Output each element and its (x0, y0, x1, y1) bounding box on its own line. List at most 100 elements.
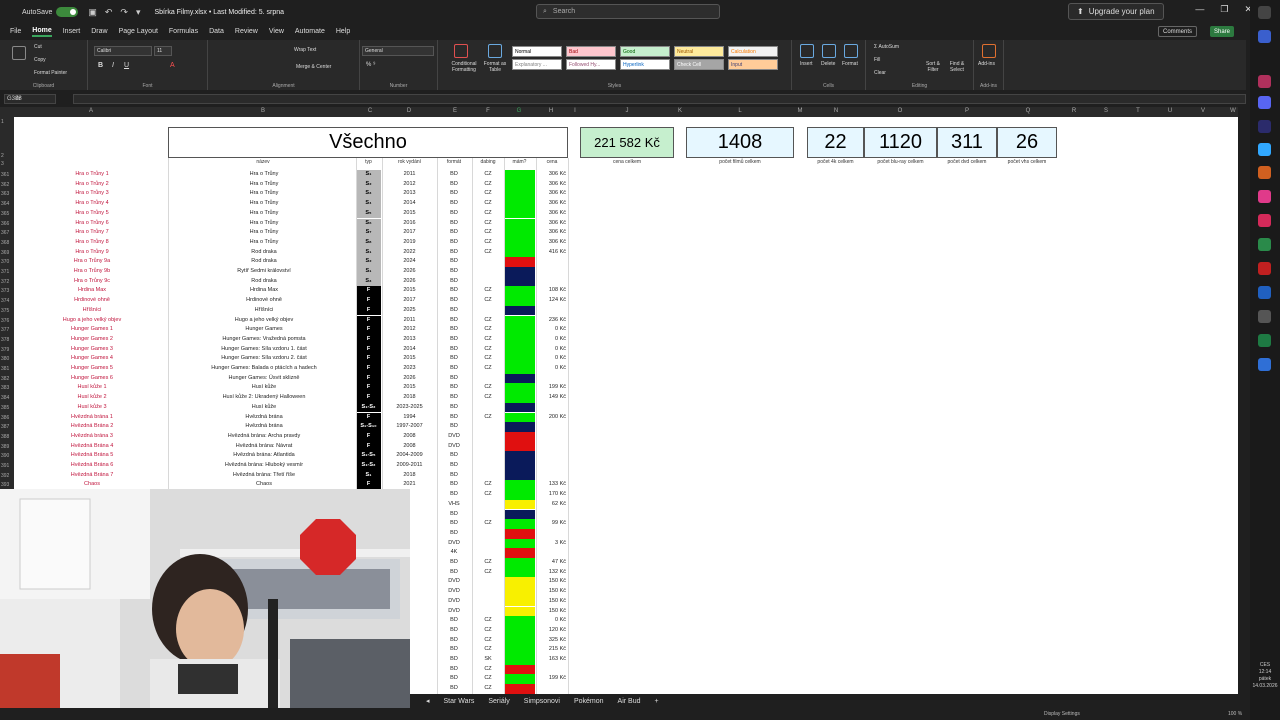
row-number[interactable]: 371 (1, 269, 9, 275)
cell-cena[interactable]: 0 Kč (536, 364, 568, 374)
cell-dabing[interactable] (472, 529, 504, 539)
cell-typ[interactable]: S₇ (356, 228, 381, 238)
cell-style-5[interactable]: Explanatory ... (512, 59, 562, 70)
cell-dabing[interactable] (472, 587, 504, 597)
cell-cena[interactable]: 108 Kč (536, 286, 568, 296)
column-header-t[interactable]: T (1136, 108, 1140, 114)
cell-a[interactable]: Hrdinové ohně (14, 296, 170, 306)
cell-mam-status[interactable] (504, 684, 535, 694)
save-icon[interactable]: ▣ (88, 7, 97, 18)
row-number[interactable]: 376 (1, 318, 9, 324)
row-number[interactable]: 386 (1, 415, 9, 421)
row-number[interactable]: 379 (1, 347, 9, 353)
row-number[interactable]: 381 (1, 366, 9, 372)
table-row[interactable]: Husí kůže 3 Husí kůže S₁-S₂ 2023-2025 BD (14, 402, 574, 413)
cell-cena[interactable] (536, 403, 568, 413)
cell-format[interactable]: BD (437, 510, 471, 520)
cell-rok[interactable]: 2016 (382, 219, 437, 229)
cell-mam-status[interactable] (504, 393, 535, 403)
cell-mam-status[interactable] (504, 635, 535, 646)
cell-cena[interactable]: 47 Kč (536, 558, 568, 568)
cell-format[interactable]: BD (437, 364, 471, 374)
cell-format[interactable]: BD (437, 480, 471, 490)
cell-typ[interactable]: F (356, 286, 381, 297)
tab-automate[interactable]: Automate (295, 28, 325, 35)
table-row[interactable]: Hvězdná brána 3 Hvězdná brána: Archa prav… (14, 431, 574, 442)
cell-format[interactable]: DVD (437, 539, 471, 549)
cell-dabing[interactable] (472, 597, 504, 607)
cell-cena[interactable]: 306 Kč (536, 199, 568, 209)
cell-typ[interactable]: F (356, 431, 381, 442)
column-header-b[interactable]: B (261, 108, 265, 114)
cell-dabing[interactable]: CZ (472, 170, 504, 180)
tab-data[interactable]: Data (209, 28, 224, 35)
cell-style-9[interactable]: Input (728, 59, 778, 70)
cell-mam-status[interactable] (504, 548, 535, 558)
cell-cena[interactable]: 163 Kč (536, 655, 568, 665)
row-number[interactable]: 378 (1, 337, 9, 343)
cell-nazev[interactable]: Hvězdná brána (170, 422, 358, 432)
cell-a[interactable]: Hra o Trůny 2 (14, 180, 170, 190)
tab-formulas[interactable]: Formulas (169, 28, 198, 35)
cell-cena[interactable] (536, 267, 568, 277)
customize-icon[interactable]: ▾ (136, 7, 141, 18)
row-number[interactable]: 389 (1, 444, 9, 450)
table-row[interactable]: Hunger Games 2 Hunger Games: Vražedná pom… (14, 334, 574, 345)
cell-rok[interactable]: 2008 (382, 432, 437, 442)
cell-cena[interactable]: 0 Kč (536, 345, 568, 355)
cell-typ[interactable]: F (356, 344, 381, 355)
cell-rok[interactable]: 2011 (382, 170, 437, 180)
column-header-i[interactable]: I (574, 108, 576, 114)
cell-nazev[interactable]: Rod draka (170, 257, 358, 267)
cell-dabing[interactable]: CZ (472, 393, 504, 403)
cell-typ[interactable]: F (356, 373, 381, 384)
table-row[interactable]: Hra o Trůny 5 Hra o Trůny S₅ 2015 BD CZ 306 Kč (14, 208, 574, 219)
app-icon[interactable] (1258, 310, 1271, 323)
redo-icon[interactable]: ↷ (120, 7, 128, 18)
name-box[interactable]: G388 (4, 93, 56, 104)
row-number[interactable]: 387 (1, 424, 9, 430)
cell-cena[interactable]: 133 Kč (536, 480, 568, 490)
sheet-tab[interactable]: Seriály (488, 698, 509, 705)
cell-mam-status[interactable] (504, 470, 535, 481)
cell-mam-status[interactable] (504, 441, 535, 452)
addins-icon[interactable] (982, 44, 996, 58)
cell-cena[interactable]: 0 Kč (536, 616, 568, 626)
cell-mam-status[interactable] (504, 199, 535, 209)
discord-icon[interactable] (1258, 96, 1271, 109)
cell-format[interactable]: BD (437, 277, 471, 287)
cell-rok[interactable]: 2013 (382, 189, 437, 199)
cell-cena[interactable]: 306 Kč (536, 170, 568, 180)
cell-a[interactable]: Hrdina Max (14, 286, 170, 296)
paste-icon[interactable] (12, 46, 26, 60)
column-header-v[interactable]: V (1201, 108, 1205, 114)
cell-dabing[interactable]: CZ (472, 626, 504, 636)
cell-mam-status[interactable] (504, 451, 535, 461)
cell-mam-status[interactable] (504, 296, 535, 306)
cell-format[interactable]: BD (437, 674, 471, 684)
table-row[interactable]: Hunger Games 6 Hunger Games: Úsvit sklizn… (14, 373, 574, 384)
cell-format[interactable]: DVD (437, 587, 471, 597)
cell-nazev[interactable]: Husí kůže (170, 383, 358, 393)
cell-cena[interactable] (536, 277, 568, 287)
cell-format[interactable]: BD (437, 189, 471, 199)
cell-format[interactable]: BD (437, 568, 471, 578)
cell-format[interactable]: BD (437, 345, 471, 355)
stat-value-box[interactable]: 22 (807, 127, 864, 158)
cell-dabing[interactable]: CZ (472, 219, 504, 229)
cell-style-8[interactable]: Check Cell (674, 59, 724, 70)
cell-mam-status[interactable] (504, 577, 535, 588)
cell-format[interactable]: BD (437, 383, 471, 393)
cell-a[interactable]: Hra o Trůny 4 (14, 199, 170, 209)
cell-typ[interactable]: F (356, 412, 381, 423)
cell-cena[interactable]: 3 Kč (536, 539, 568, 549)
cell-mam-status[interactable] (504, 422, 535, 432)
cell-cena[interactable] (536, 529, 568, 539)
column-header-e[interactable]: E (453, 108, 457, 114)
cell-format[interactable]: DVD (437, 597, 471, 607)
cell-a[interactable]: Hra o Trůny 9b (14, 267, 170, 277)
cell-dabing[interactable]: CZ (472, 316, 504, 326)
cell-typ[interactable]: S₁-S₂ (356, 402, 381, 413)
cell-dabing[interactable]: CZ (472, 665, 504, 675)
cell-a[interactable]: Hvězdná Brána 7 (14, 471, 170, 481)
